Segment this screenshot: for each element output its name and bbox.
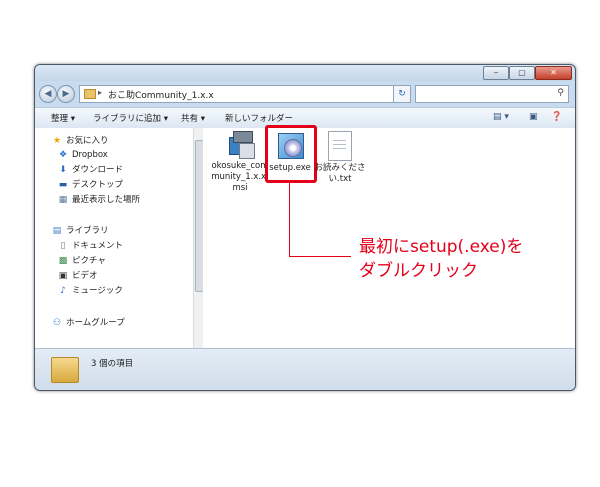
nav-item-desktop[interactable]: ▬ デスクトップ [57,178,123,192]
recent-places-icon: ▦ [58,195,68,205]
installer-icon [225,129,255,159]
preview-pane-icon[interactable]: ▣ [529,112,538,122]
nav-item-label: ホームグループ [66,318,125,328]
nav-item-recent[interactable]: ▦ 最近表示した場所 [57,193,140,207]
refresh-button[interactable]: ↻ [393,85,411,103]
picture-icon: ▩ [58,256,68,266]
search-icon: ⚲ [557,88,564,98]
nav-item-pictures[interactable]: ▩ ピクチャ [57,254,106,268]
nav-item-documents[interactable]: ▯ ドキュメント [57,239,124,253]
video-icon: ▣ [58,271,68,281]
folder-icon [51,357,79,383]
nav-item-label: ピクチャ [72,256,106,266]
address-path: おこ助Community_1.x.x [108,91,214,101]
item-count: 3 個の項目 [91,359,134,369]
nav-item-videos[interactable]: ▣ ビデオ [57,269,98,283]
file-item-readme[interactable]: お読みください.txt [310,129,370,185]
nav-item-label: Dropbox [72,150,108,160]
address-bar[interactable]: ▸ おこ助Community_1.x.x ▾ [79,85,411,103]
organize-button[interactable]: 整理 ▾ [51,112,75,124]
close-button[interactable]: ✕ [535,66,572,80]
nav-item-label: ミュージック [72,286,123,296]
download-icon: ⬇ [59,165,67,175]
folder-icon [84,89,96,99]
navigation-row: ◀ ▶ ▸ おこ助Community_1.x.x ▾ ↻ ⚲ [35,81,575,107]
callout-line-horizontal [289,256,351,257]
add-to-library-button[interactable]: ライブラリに追加 ▾ [93,112,168,124]
nav-item-downloads[interactable]: ⬇ ダウンロード [57,163,123,177]
homegroup-icon: ⚇ [52,318,62,328]
text-file-icon [328,131,352,161]
nav-item-libraries[interactable]: ▤ ライブラリ [51,224,109,238]
forward-button[interactable]: ▶ [57,85,75,103]
library-icon: ▤ [52,226,62,236]
document-icon: ▯ [60,241,66,251]
callout-line-2: ダブルクリック [359,261,478,281]
nav-item-dropbox[interactable]: ❖ Dropbox [57,148,108,162]
music-icon: ♪ [60,286,66,296]
callout-line-vertical [289,180,290,256]
desktop-icon: ▬ [58,180,68,190]
nav-item-label: お気に入り [66,136,109,146]
callout-line-1: 最初にsetup(.exe)を [359,237,524,257]
nav-item-label: ダウンロード [72,165,124,175]
back-button[interactable]: ◀ [39,85,57,103]
nav-item-music[interactable]: ♪ ミュージック [57,284,123,298]
explorer-window: ‒ ▢ ✕ ◀ ▶ ▸ おこ助Community_1.x.x ▾ ↻ ⚲ 整理 … [34,64,576,391]
nav-item-label: ライブラリ [66,226,109,236]
nav-item-label: 最近表示した場所 [72,195,141,205]
minimize-button[interactable]: ‒ [483,66,509,80]
callout-text: 最初にsetup(.exe)を ダブルクリック [359,235,523,283]
setup-icon [274,129,306,161]
star-icon: ★ [52,136,62,146]
share-button[interactable]: 共有 ▾ [181,112,205,124]
title-bar: ‒ ▢ ✕ [35,65,575,81]
details-pane: 3 個の項目 [35,348,575,390]
navigation-pane: ★ お気に入り ❖ Dropbox ⬇ ダウンロード ▬ デスクトップ ▦ 最近表示した場… [35,128,193,348]
nav-item-label: ドキュメント [72,241,124,251]
maximize-button[interactable]: ▢ [509,66,535,80]
search-input[interactable]: ⚲ [415,85,569,103]
view-options-icon[interactable]: ▤ ▾ [493,112,509,122]
nav-item-homegroup[interactable]: ⚇ ホームグループ [51,316,125,330]
nav-item-favorites[interactable]: ★ お気に入り [51,134,109,148]
nav-item-label: デスクトップ [72,180,124,190]
file-label: お読みください.txt [314,163,366,184]
chevron-right-icon: ▸ [98,88,103,97]
help-icon[interactable]: ❓ [551,112,562,122]
nav-item-label: ビデオ [72,271,98,281]
dropbox-icon: ❖ [58,150,68,160]
new-folder-button[interactable]: 新しいフォルダー [225,112,293,124]
